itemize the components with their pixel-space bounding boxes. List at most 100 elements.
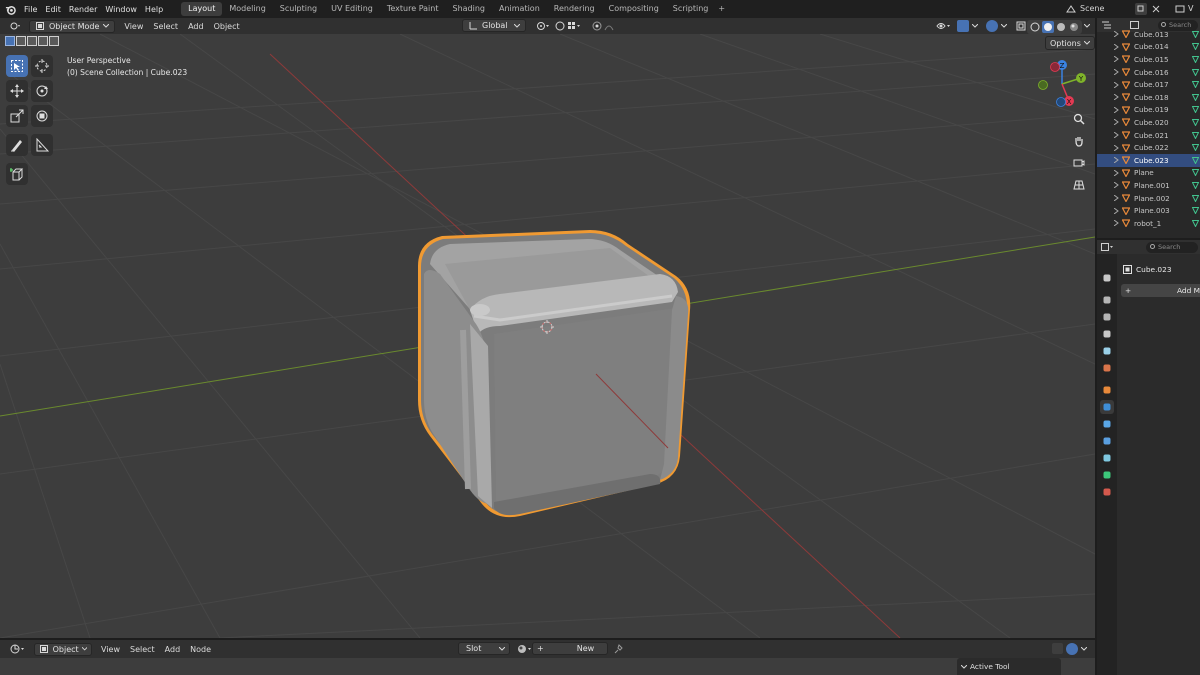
transform-orientation-dropdown[interactable]: Global — [462, 19, 526, 32]
header-menu-object[interactable]: Object — [209, 22, 245, 31]
expand-chevron-icon[interactable] — [1111, 129, 1121, 141]
data-tab-icon[interactable] — [1100, 468, 1114, 482]
select-box-tool-icon[interactable] — [6, 55, 28, 77]
tab-shading[interactable]: Shading — [445, 2, 492, 16]
outliner-item[interactable]: Plane.002 — [1097, 192, 1200, 205]
world-tab-icon[interactable] — [1100, 361, 1114, 375]
constraints-tab-icon[interactable] — [1100, 451, 1114, 465]
modifier-tab-icon[interactable] — [1100, 400, 1114, 414]
shading-options-chevron-icon[interactable] — [1080, 19, 1094, 32]
blender-logo-icon[interactable] — [4, 3, 16, 15]
outliner-item[interactable]: Cube.015 — [1097, 53, 1200, 66]
outliner-item[interactable]: Plane — [1097, 167, 1200, 180]
node-menu-select[interactable]: Select — [125, 645, 160, 654]
cursor-tool-icon[interactable] — [31, 55, 53, 77]
tab-scripting[interactable]: Scripting — [666, 2, 716, 16]
outliner-item[interactable]: Cube.020 — [1097, 116, 1200, 129]
scene-tab-icon[interactable] — [1100, 344, 1114, 358]
node-menu-add[interactable]: Add — [160, 645, 186, 654]
outliner-item[interactable]: robot_1 — [1097, 217, 1200, 230]
outliner-item[interactable]: Cube.019 — [1097, 104, 1200, 117]
material-shading-icon[interactable] — [1055, 21, 1067, 33]
properties-editor-icon[interactable] — [1101, 241, 1113, 253]
material-slot-dropdown[interactable]: Slot — [458, 642, 510, 655]
perspective-toggle-icon[interactable] — [1070, 176, 1088, 194]
add-cube-tool-icon[interactable] — [6, 163, 28, 185]
menu-window[interactable]: Window — [103, 5, 143, 14]
outliner-item[interactable]: Cube.014 — [1097, 41, 1200, 54]
pan-hand-icon[interactable] — [1070, 132, 1088, 150]
add-workspace-button[interactable]: + — [715, 2, 728, 16]
expand-chevron-icon[interactable] — [1111, 179, 1121, 191]
menu-render[interactable]: Render — [67, 5, 103, 14]
falloff-icon[interactable] — [600, 19, 622, 32]
select-intersect-icon[interactable] — [49, 36, 59, 46]
expand-chevron-icon[interactable] — [1111, 66, 1121, 78]
expand-chevron-icon[interactable] — [1111, 217, 1121, 229]
view-layer-tab-icon[interactable] — [1100, 327, 1114, 341]
outliner-item[interactable]: Cube.021 — [1097, 129, 1200, 142]
expand-chevron-icon[interactable] — [1111, 41, 1121, 53]
header-menu-view[interactable]: View — [119, 22, 148, 31]
outliner-item[interactable]: Plane.003 — [1097, 204, 1200, 217]
tab-modeling[interactable]: Modeling — [222, 2, 272, 16]
expand-chevron-icon[interactable] — [1111, 167, 1121, 179]
render-tab-icon[interactable] — [1100, 293, 1114, 307]
expand-chevron-icon[interactable] — [1111, 104, 1121, 116]
new-material-button[interactable]: + New — [532, 642, 608, 655]
select-extend-icon[interactable] — [16, 36, 26, 46]
tab-compositing[interactable]: Compositing — [602, 2, 666, 16]
shader-editor-canvas[interactable]: Active Tool — [0, 658, 1095, 675]
solid-shading-icon[interactable] — [1042, 21, 1054, 33]
select-new-icon[interactable] — [5, 36, 15, 46]
material-tab-icon[interactable] — [1100, 485, 1114, 499]
mode-dropdown[interactable]: Object Mode — [29, 19, 116, 33]
outliner-panel[interactable]: Search Cube.013 Cube.014 Cube.015 Cube.016 C… — [1097, 18, 1200, 238]
menu-edit[interactable]: Edit — [43, 5, 67, 14]
move-tool-icon[interactable] — [6, 80, 28, 102]
scale-tool-icon[interactable] — [6, 105, 28, 127]
zoom-icon[interactable] — [1070, 110, 1088, 128]
particles-tab-icon[interactable] — [1100, 417, 1114, 431]
object-tab-icon[interactable] — [1100, 383, 1114, 397]
shader-editor-type-button[interactable] — [6, 643, 30, 656]
header-menu-select[interactable]: Select — [148, 22, 183, 31]
delete-scene-icon[interactable] — [1150, 3, 1162, 15]
tab-texture-paint[interactable]: Texture Paint — [380, 2, 446, 16]
editor-type-button[interactable] — [6, 20, 25, 33]
navigation-gizmo[interactable]: Z Y X — [1034, 56, 1090, 112]
menu-file[interactable]: File — [18, 5, 43, 14]
scene-selector[interactable]: Scene — [1065, 2, 1162, 15]
camera-view-icon[interactable] — [1070, 154, 1088, 172]
outliner-item[interactable]: Plane.001 — [1097, 179, 1200, 192]
output-tab-icon[interactable] — [1100, 310, 1114, 324]
rendered-shading-icon[interactable] — [1068, 21, 1080, 33]
rotate-tool-icon[interactable] — [31, 80, 53, 102]
neg-z-axis-handle-icon[interactable] — [1056, 97, 1066, 107]
add-modifier-button[interactable]: + Add M — [1121, 284, 1200, 297]
expand-chevron-icon[interactable] — [1111, 205, 1121, 217]
expand-chevron-icon[interactable] — [1111, 28, 1121, 40]
transform-tool-icon[interactable] — [31, 105, 53, 127]
expand-chevron-icon[interactable] — [1111, 79, 1121, 91]
tool-tab-icon[interactable] — [1100, 271, 1114, 285]
expand-chevron-icon[interactable] — [1111, 91, 1121, 103]
outliner-item[interactable]: Cube.016 — [1097, 66, 1200, 79]
annotate-tool-icon[interactable] — [6, 134, 28, 156]
outliner-item[interactable]: Cube.018 — [1097, 91, 1200, 104]
properties-search-input[interactable]: Search — [1146, 241, 1198, 253]
tab-rendering[interactable]: Rendering — [547, 2, 602, 16]
pin-icon[interactable] — [610, 642, 628, 655]
tab-sculpting[interactable]: Sculpting — [273, 2, 324, 16]
expand-chevron-icon[interactable] — [1111, 154, 1121, 166]
expand-chevron-icon[interactable] — [1111, 53, 1121, 65]
node-menu-view[interactable]: View — [96, 645, 125, 654]
tab-uv-editing[interactable]: UV Editing — [324, 2, 380, 16]
outliner-item[interactable]: Cube.017 — [1097, 78, 1200, 91]
copy-scene-icon[interactable] — [1135, 2, 1147, 15]
overlays-toggle-icon[interactable] — [982, 19, 1011, 32]
properties-panel[interactable]: Search Cube.023 + Add M — [1097, 240, 1200, 675]
menu-help[interactable]: Help — [143, 5, 169, 14]
snap-target-icon[interactable] — [563, 19, 585, 32]
wireframe-shading-icon[interactable] — [1029, 21, 1041, 33]
